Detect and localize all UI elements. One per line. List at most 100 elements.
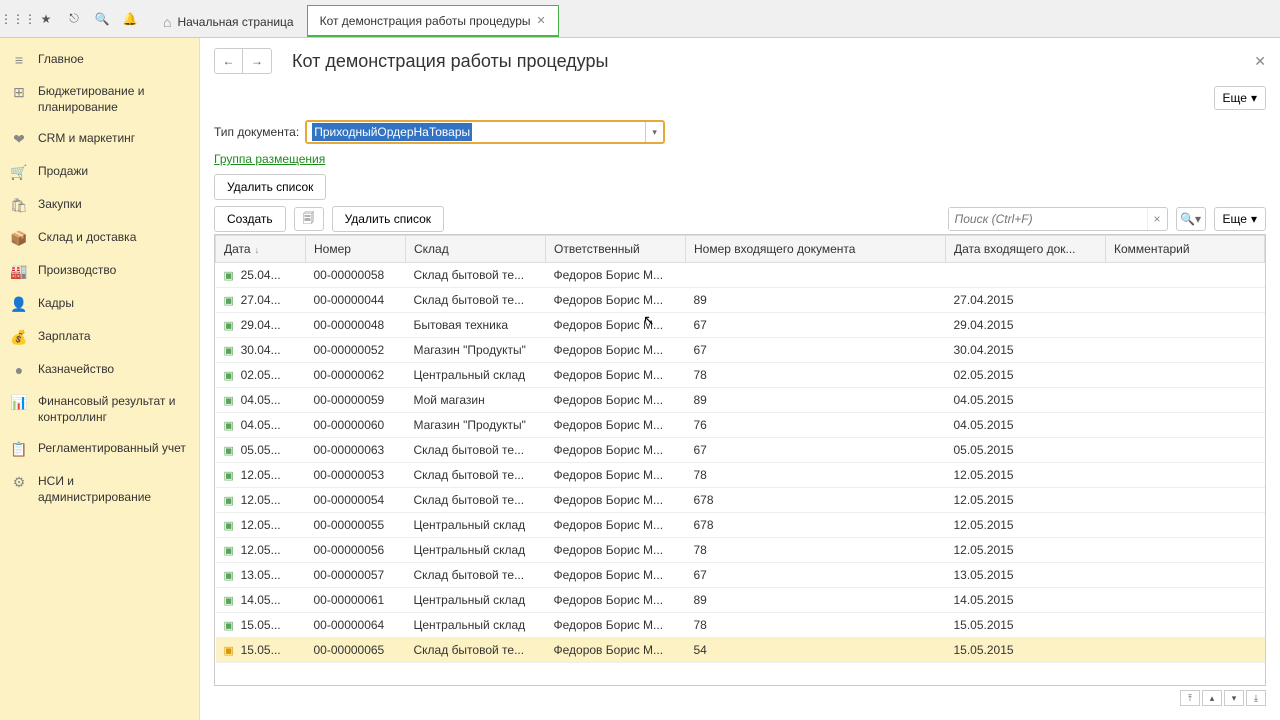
table-row[interactable]: ▣ 14.05...00-00000061Центральный складФе…: [216, 588, 1265, 613]
nav-first-icon[interactable]: ⤒: [1180, 690, 1200, 706]
sidebar: ≡Главное⊞Бюджетирование и планирование❤C…: [0, 38, 200, 720]
list-toolbar: Создать 🗐 Удалить список × 🔍▾ Еще ▾: [214, 206, 1266, 232]
search-input[interactable]: [949, 208, 1147, 230]
table-row[interactable]: ▣ 02.05...00-00000062Центральный складФе…: [216, 363, 1265, 388]
table-row[interactable]: ▣ 29.04...00-00000048Бытовая техникаФедо…: [216, 313, 1265, 338]
sidebar-item-2[interactable]: ❤CRM и маркетинг: [0, 123, 199, 156]
table-row[interactable]: ▣ 30.04...00-00000052Магазин "Продукты"Ф…: [216, 338, 1265, 363]
tab-procedure-demo[interactable]: Кот демонстрация работы процедуры ✕: [307, 5, 559, 37]
bell-icon[interactable]: 🔔: [116, 5, 144, 33]
link-icon[interactable]: ⎋: [60, 5, 88, 33]
sidebar-item-6[interactable]: 🏭Производство: [0, 255, 199, 288]
doc-icon: ▣: [224, 420, 234, 432]
col-header[interactable]: Номер входящего документа: [686, 236, 946, 263]
top-toolbar: ⋮⋮⋮ ★ ⎋ 🔍 🔔 ⌂ Начальная страница Кот дем…: [0, 0, 1280, 38]
table-row[interactable]: ▣ 12.05...00-00000053Склад бытовой те...…: [216, 463, 1265, 488]
sidebar-item-9[interactable]: ●Казначейство: [0, 354, 199, 386]
sidebar-item-4[interactable]: 🛍 Закупки: [0, 189, 199, 222]
group-row: Группа размещения: [214, 152, 1266, 166]
sidebar-item-8[interactable]: 💰Зарплата: [0, 321, 199, 354]
doc-icon: ▣: [224, 345, 234, 357]
sidebar-item-1[interactable]: ⊞Бюджетирование и планирование: [0, 76, 199, 123]
sidebar-item-12[interactable]: ⚙НСИ и администрирование: [0, 466, 199, 513]
nav-down-icon[interactable]: ▾: [1224, 690, 1244, 706]
sidebar-item-label: Склад и доставка: [38, 230, 136, 246]
close-page-button[interactable]: ✕: [1254, 53, 1266, 70]
sidebar-icon: ⚙: [10, 474, 28, 491]
star-icon[interactable]: ★: [32, 5, 60, 33]
sidebar-item-5[interactable]: 📦Склад и доставка: [0, 222, 199, 255]
sidebar-item-3[interactable]: 🛒Продажи: [0, 156, 199, 189]
create-button[interactable]: Создать: [214, 206, 286, 232]
delete-list-button-1[interactable]: Удалить список: [214, 174, 326, 200]
copy-button[interactable]: 🗐: [294, 207, 324, 231]
doc-icon: ▣: [224, 495, 234, 507]
list-more-button[interactable]: Еще ▾: [1214, 207, 1266, 231]
col-header[interactable]: Номер: [306, 236, 406, 263]
sidebar-item-10[interactable]: 📊Финансовый результат и контроллинг: [0, 386, 199, 433]
doc-type-value: ПриходныйОрдерНаТовары: [312, 123, 472, 141]
table-row[interactable]: ▣ 15.05...00-00000065Склад бытовой те...…: [216, 638, 1265, 663]
sidebar-item-11[interactable]: 📋Регламентированный учет: [0, 433, 199, 466]
content: ← → Кот демонстрация работы процедуры ✕ …: [200, 38, 1280, 720]
sidebar-item-label: Производство: [38, 263, 116, 279]
doc-icon: ▣: [224, 645, 234, 657]
col-header[interactable]: Комментарий: [1106, 236, 1265, 263]
table-row[interactable]: ▣ 13.05...00-00000057Склад бытовой те...…: [216, 563, 1265, 588]
nav-last-icon[interactable]: ⤓: [1246, 690, 1266, 706]
close-icon[interactable]: ✕: [537, 14, 546, 27]
doc-type-row: Тип документа: ПриходныйОрдерНаТовары ▾: [214, 120, 1266, 144]
apps-icon[interactable]: ⋮⋮⋮: [4, 5, 32, 33]
sidebar-icon: ⊞: [10, 84, 28, 101]
sidebar-icon: ●: [10, 362, 28, 378]
delete-list-button-2[interactable]: Удалить список: [332, 206, 444, 232]
header-row: ← → Кот демонстрация работы процедуры ✕: [214, 48, 1266, 74]
more-row: Еще ▾: [214, 86, 1266, 110]
group-placement-link[interactable]: Группа размещения: [214, 152, 325, 166]
col-header[interactable]: Ответственный: [546, 236, 686, 263]
table-row[interactable]: ▣ 15.05...00-00000064Центральный складФе…: [216, 613, 1265, 638]
doc-icon: ▣: [224, 445, 234, 457]
doc-icon: ▣: [224, 570, 234, 582]
table-wrap: Дата↓НомерСкладОтветственныйНомер входящ…: [214, 234, 1266, 686]
sidebar-item-label: Кадры: [38, 296, 74, 312]
sort-icon: ↓: [255, 245, 260, 255]
sidebar-item-label: Продажи: [38, 164, 88, 180]
col-header[interactable]: Дата входящего док...: [946, 236, 1106, 263]
tab-home[interactable]: ⌂ Начальная страница: [150, 5, 307, 37]
more-button[interactable]: Еще ▾: [1214, 86, 1266, 110]
table-row[interactable]: ▣ 04.05...00-00000060Магазин "Продукты"Ф…: [216, 413, 1265, 438]
table-row[interactable]: ▣ 12.05...00-00000054Склад бытовой те...…: [216, 488, 1265, 513]
sidebar-icon: 🛍: [10, 197, 28, 214]
sidebar-item-label: Главное: [38, 52, 84, 68]
dropdown-icon[interactable]: ▾: [645, 122, 663, 142]
main-area: ≡Главное⊞Бюджетирование и планирование❤C…: [0, 38, 1280, 720]
table-row[interactable]: ▣ 05.05...00-00000063Склад бытовой те...…: [216, 438, 1265, 463]
doc-icon: ▣: [224, 270, 234, 282]
documents-table: Дата↓НомерСкладОтветственныйНомер входящ…: [215, 235, 1265, 663]
table-row[interactable]: ▣ 27.04...00-00000044Склад бытовой те...…: [216, 288, 1265, 313]
table-row[interactable]: ▣ 12.05...00-00000056Центральный складФе…: [216, 538, 1265, 563]
table-row[interactable]: ▣ 25.04...00-00000058Склад бытовой те...…: [216, 263, 1265, 288]
search-box[interactable]: ×: [948, 207, 1168, 231]
sidebar-item-label: Зарплата: [38, 329, 91, 345]
more-label: Еще: [1223, 212, 1247, 226]
clear-search-icon[interactable]: ×: [1147, 208, 1167, 230]
page-title: Кот демонстрация работы процедуры: [292, 51, 1254, 72]
back-button[interactable]: ←: [215, 49, 243, 73]
doc-icon: ▣: [224, 370, 234, 382]
doc-icon: ▣: [224, 320, 234, 332]
search-options-button[interactable]: 🔍▾: [1176, 207, 1206, 231]
doc-type-combo[interactable]: ПриходныйОрдерНаТовары ▾: [305, 120, 665, 144]
nav-up-icon[interactable]: ▴: [1202, 690, 1222, 706]
search-icon[interactable]: 🔍: [88, 5, 116, 33]
sidebar-item-7[interactable]: 👤Кадры: [0, 288, 199, 321]
button-row-1: Удалить список: [214, 174, 1266, 200]
forward-button[interactable]: →: [243, 49, 271, 73]
table-row[interactable]: ▣ 04.05...00-00000059Мой магазинФедоров …: [216, 388, 1265, 413]
sidebar-item-0[interactable]: ≡Главное: [0, 44, 199, 76]
sidebar-item-label: Закупки: [38, 197, 82, 213]
col-header[interactable]: Склад: [406, 236, 546, 263]
col-header[interactable]: Дата↓: [216, 236, 306, 263]
table-row[interactable]: ▣ 12.05...00-00000055Центральный складФе…: [216, 513, 1265, 538]
